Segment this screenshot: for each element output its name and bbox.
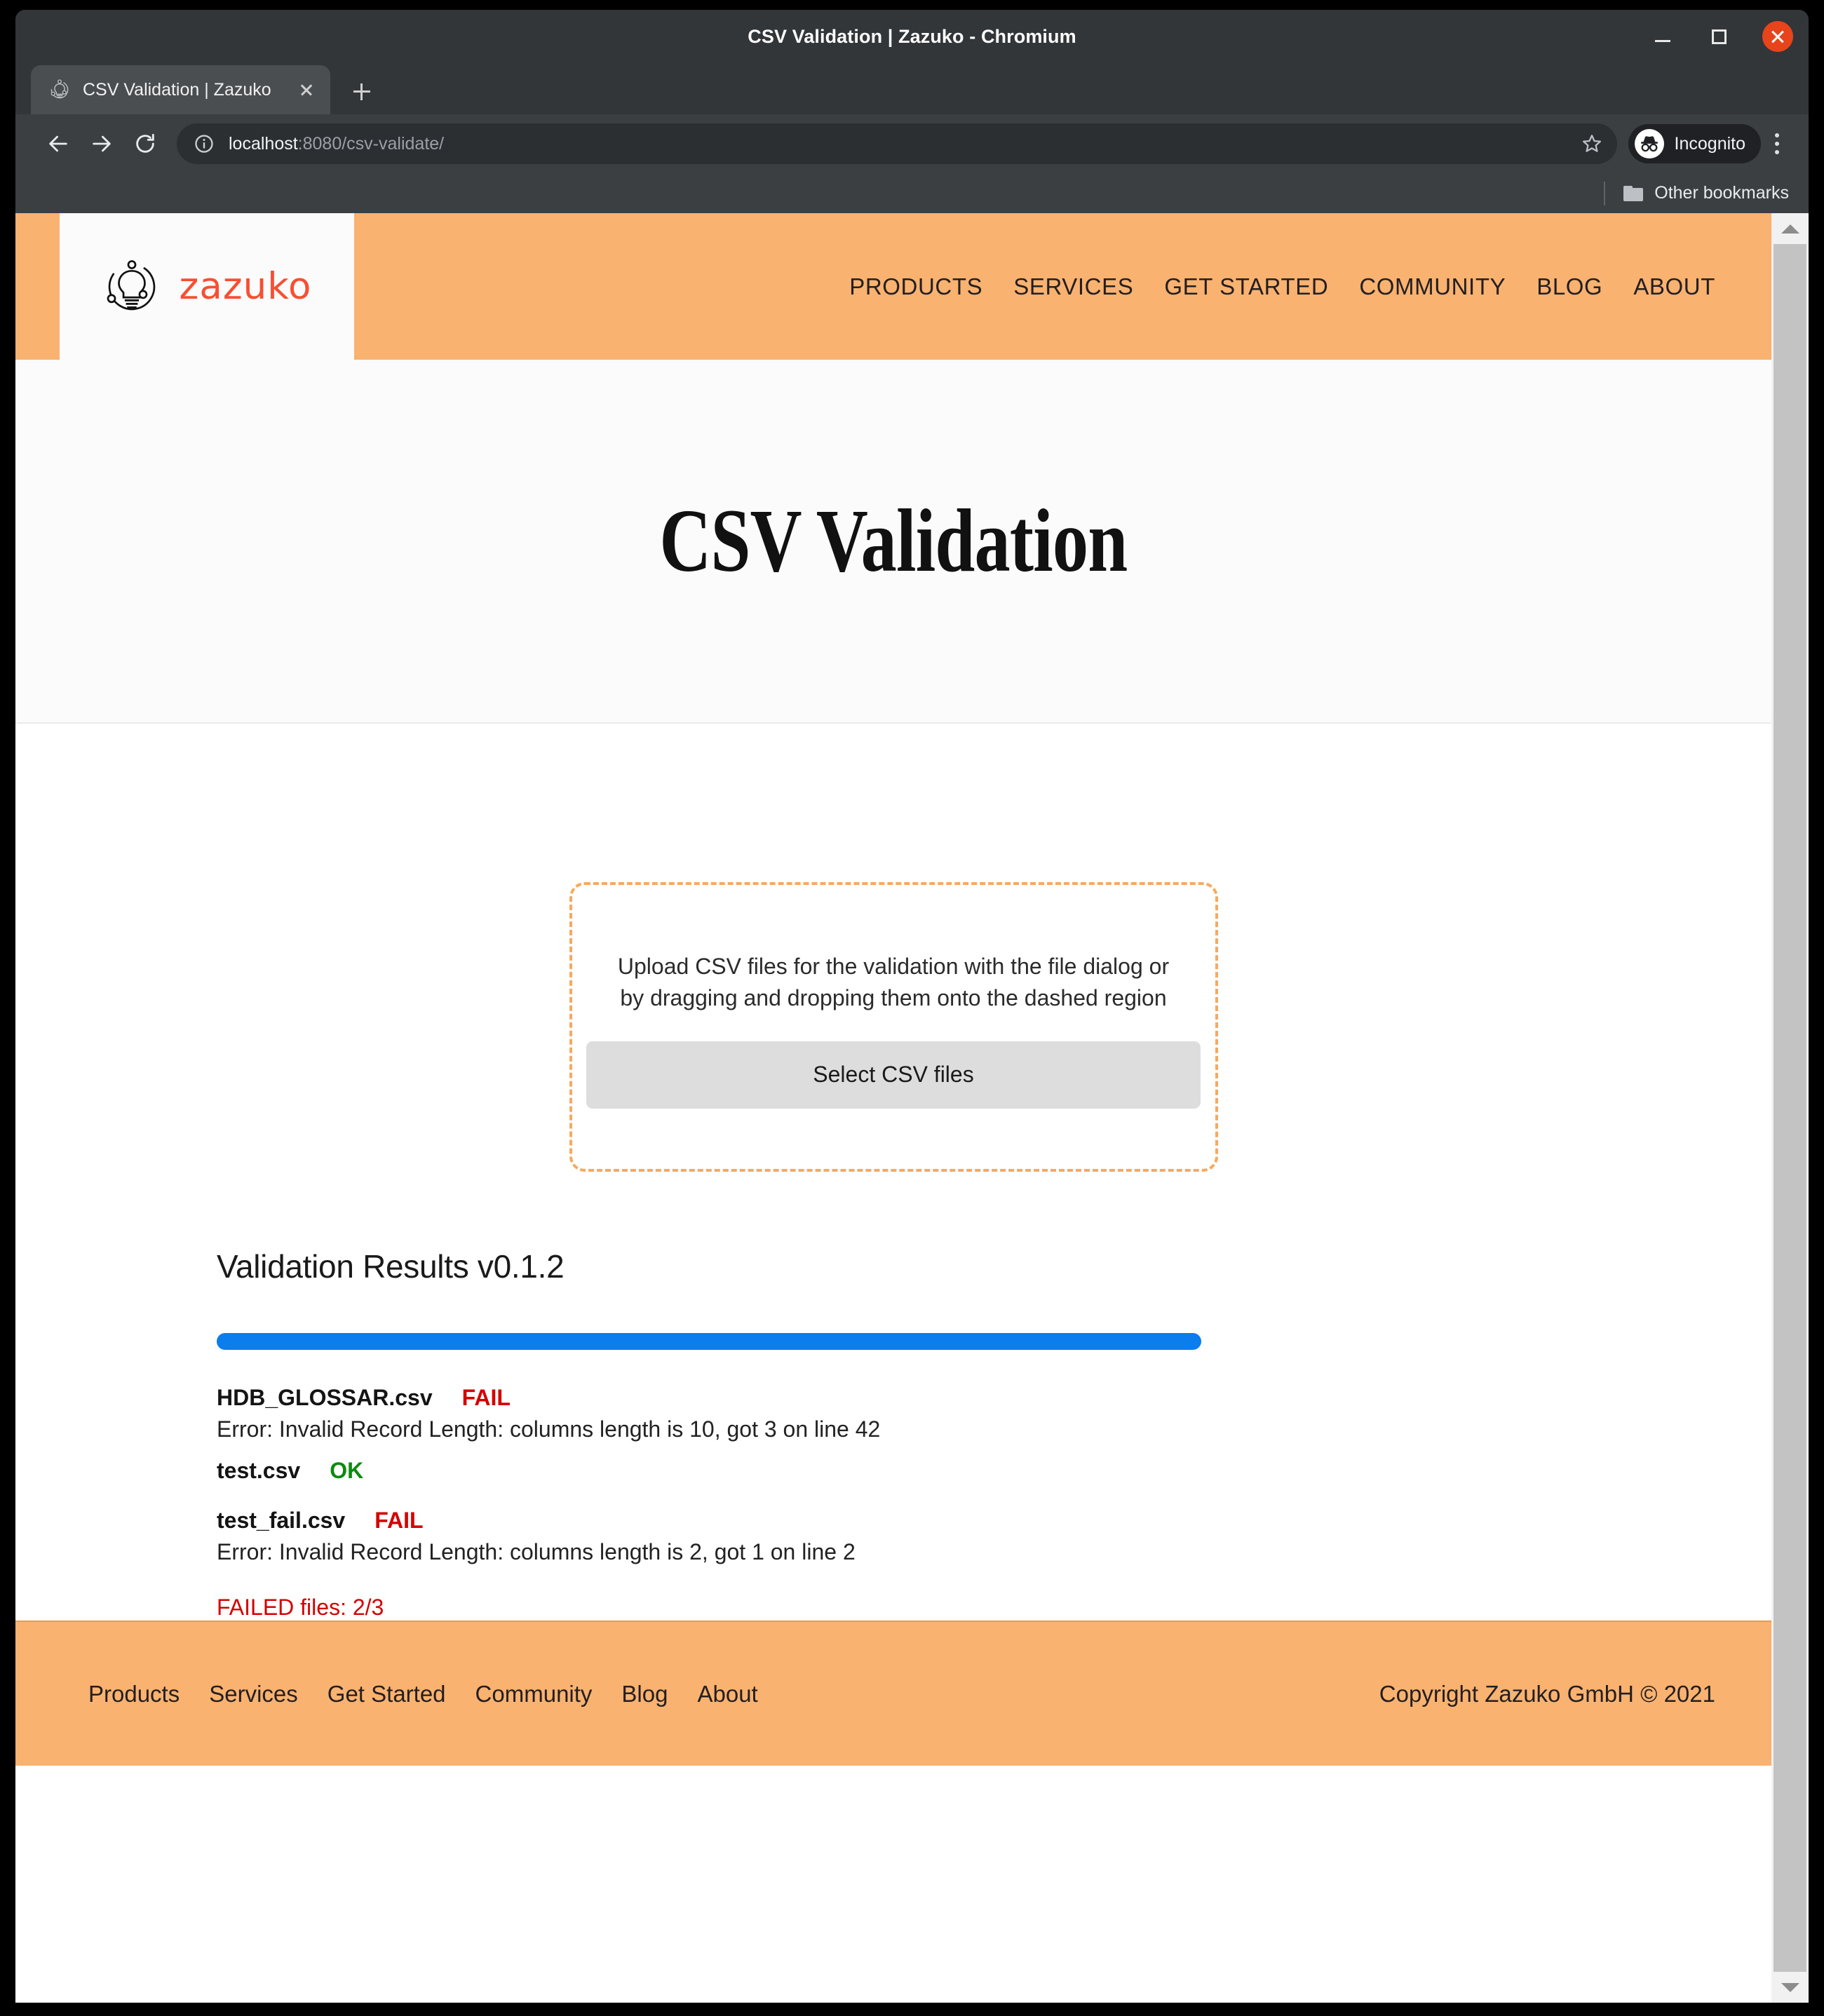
- address-host: localhost: [229, 133, 298, 154]
- browser-window: CSV Validation | Zazuko - Chromium CSV V…: [15, 10, 1809, 2003]
- site-footer: Products Services Get Started Community …: [15, 1621, 1771, 1766]
- footer-link-get-started[interactable]: Get Started: [327, 1681, 446, 1707]
- minimize-button[interactable]: [1650, 24, 1675, 49]
- tab-strip: CSV Validation | Zazuko: [15, 63, 1809, 114]
- chevron-down-icon: [1781, 1982, 1799, 1992]
- file-result-row: test_fail.csv FAIL Error: Invalid Record…: [217, 1508, 1584, 1565]
- nav-item-services[interactable]: SERVICES: [1013, 273, 1133, 300]
- page-title: CSV Validation: [659, 491, 1128, 590]
- nav-item-community[interactable]: COMMUNITY: [1359, 273, 1506, 300]
- file-result-list: HDB_GLOSSAR.csv FAIL Error: Invalid Reco…: [217, 1385, 1584, 1565]
- zazuko-bulb-icon: [49, 79, 70, 100]
- file-dropzone[interactable]: Upload CSV files for the validation with…: [569, 882, 1218, 1172]
- bookmarks-divider: [1604, 181, 1606, 205]
- star-icon[interactable]: [1581, 133, 1603, 155]
- nav-item-products[interactable]: PRODUCTS: [849, 273, 982, 300]
- progress-bar-fill: [217, 1333, 1201, 1350]
- validation-results: Validation Results v0.1.2 HDB_GLOSSAR.cs…: [203, 1172, 1584, 1621]
- arrow-left-icon: [49, 135, 67, 152]
- tab-csv-validation[interactable]: CSV Validation | Zazuko: [31, 65, 330, 114]
- footer-link-blog[interactable]: Blog: [621, 1681, 668, 1707]
- main-content: Upload CSV files for the validation with…: [15, 724, 1771, 1621]
- site-navigation: PRODUCTS SERVICES GET STARTED COMMUNITY …: [354, 213, 1771, 360]
- file-name: test_fail.csv: [217, 1508, 346, 1533]
- window-titlebar: CSV Validation | Zazuko - Chromium: [15, 10, 1809, 63]
- footer-link-community[interactable]: Community: [475, 1681, 593, 1707]
- close-button[interactable]: [1762, 21, 1793, 52]
- nav-item-about[interactable]: ABOUT: [1633, 273, 1715, 300]
- file-name: HDB_GLOSSAR.csv: [217, 1385, 433, 1410]
- chevron-up-icon: [1781, 224, 1799, 234]
- web-page: zazuko PRODUCTS SERVICES GET STARTED COM…: [15, 213, 1771, 2003]
- file-error-message: Error: Invalid Record Length: columns le…: [217, 1416, 881, 1442]
- back-button[interactable]: [36, 122, 80, 165]
- menu-dot: [1775, 133, 1779, 137]
- footer-links: Products Services Get Started Community …: [88, 1681, 1379, 1707]
- scrollbar-thumb[interactable]: [1774, 244, 1806, 1972]
- select-csv-files-button[interactable]: Select CSV files: [586, 1041, 1201, 1109]
- nav-item-get-started[interactable]: GET STARTED: [1164, 273, 1328, 300]
- reload-icon: [136, 133, 154, 153]
- maximize-icon: [1711, 29, 1727, 44]
- other-bookmarks-button[interactable]: Other bookmarks: [1623, 183, 1789, 203]
- site-logo[interactable]: zazuko: [60, 213, 354, 360]
- site-header: zazuko PRODUCTS SERVICES GET STARTED COM…: [15, 213, 1771, 360]
- address-bar[interactable]: localhost:8080/csv-validate/: [177, 123, 1617, 164]
- nav-item-blog[interactable]: BLOG: [1536, 273, 1602, 300]
- scroll-down-button[interactable]: [1771, 1972, 1809, 2003]
- incognito-icon: [1634, 129, 1664, 158]
- forward-button[interactable]: [80, 122, 123, 165]
- address-path: :8080/csv-validate/: [297, 133, 445, 154]
- failed-files-summary: FAILED files: 2/3: [217, 1595, 384, 1620]
- site-info-icon[interactable]: [194, 133, 215, 154]
- page-viewport: zazuko PRODUCTS SERVICES GET STARTED COM…: [15, 213, 1809, 2003]
- hero-section: CSV Validation: [15, 360, 1771, 724]
- status-badge: OK: [330, 1458, 364, 1483]
- site-logo-wordmark: zazuko: [179, 265, 312, 308]
- footer-copyright: Copyright Zazuko GmbH © 2021: [1379, 1680, 1715, 1707]
- file-name: test.csv: [217, 1458, 301, 1483]
- menu-dot: [1775, 150, 1779, 154]
- window-controls: [1650, 10, 1793, 63]
- address-bar-text: localhost:8080/csv-validate/: [229, 134, 1567, 154]
- zazuko-bulb-icon: [102, 257, 161, 316]
- tab-title: CSV Validation | Zazuko: [83, 79, 271, 100]
- results-heading: Validation Results v0.1.2: [217, 1248, 565, 1285]
- footer-link-products[interactable]: Products: [88, 1681, 180, 1707]
- menu-dot: [1775, 142, 1779, 146]
- browser-menu-button[interactable]: [1761, 122, 1793, 165]
- new-tab-button[interactable]: [343, 72, 381, 110]
- close-icon[interactable]: [295, 79, 318, 101]
- other-bookmarks-label: Other bookmarks: [1654, 183, 1789, 203]
- reload-button[interactable]: [123, 122, 167, 165]
- minimize-icon: [1655, 39, 1670, 42]
- file-result-row: test.csv OK: [217, 1458, 1584, 1484]
- status-badge: FAIL: [374, 1508, 424, 1533]
- footer-link-services[interactable]: Services: [209, 1681, 298, 1707]
- browser-toolbar: localhost:8080/csv-validate/ Incognito: [15, 114, 1809, 173]
- scroll-up-button[interactable]: [1771, 213, 1809, 244]
- window-title: CSV Validation | Zazuko - Chromium: [748, 25, 1076, 47]
- profile-label: Incognito: [1674, 133, 1745, 154]
- footer-link-about[interactable]: About: [697, 1681, 757, 1707]
- maximize-button[interactable]: [1706, 24, 1731, 49]
- bookmarks-bar: Other bookmarks: [15, 173, 1809, 213]
- profile-chip-incognito[interactable]: Incognito: [1628, 124, 1761, 163]
- dropzone-instructions: Upload CSV files for the validation with…: [617, 954, 1170, 1011]
- folder-icon: [1623, 185, 1644, 201]
- file-error-message: Error: Invalid Record Length: columns le…: [217, 1539, 856, 1564]
- page-scrollbar[interactable]: [1771, 213, 1809, 2003]
- progress-bar: [217, 1333, 1201, 1350]
- arrow-right-icon: [93, 135, 111, 152]
- file-result-row: HDB_GLOSSAR.csv FAIL Error: Invalid Reco…: [217, 1385, 1584, 1442]
- status-badge: FAIL: [461, 1385, 511, 1410]
